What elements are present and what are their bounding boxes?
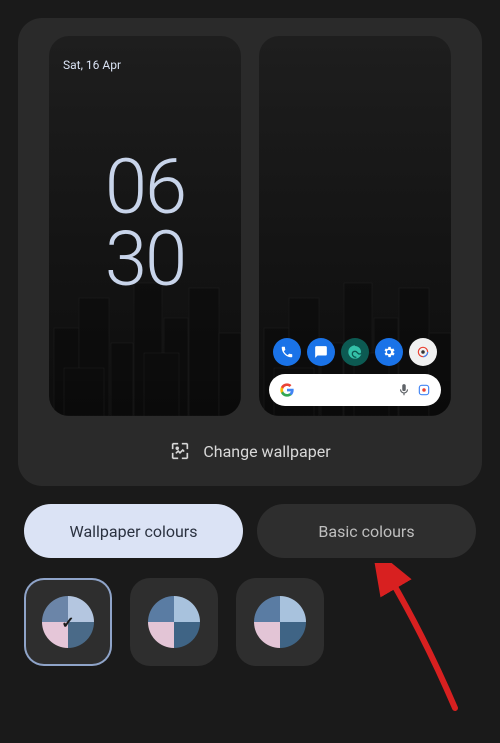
wallpaper-preview-card: Sat, 16 Apr 06 30 [18, 18, 482, 486]
lockscreen-clock: 06 30 [49, 151, 241, 295]
colour-swatches-row: ✓ [0, 558, 500, 666]
tab-label: Wallpaper colours [70, 522, 198, 541]
lens-icon [417, 383, 431, 397]
edge-app-icon [341, 338, 369, 366]
messages-app-icon [307, 338, 335, 366]
colour-swatch[interactable] [130, 578, 218, 666]
phone-app-icon [273, 338, 301, 366]
dock-apps-row [259, 338, 451, 366]
clock-hours: 06 [49, 151, 241, 223]
camera-app-icon [409, 338, 437, 366]
change-wallpaper-label: Change wallpaper [203, 442, 330, 461]
tab-wallpaper-colours[interactable]: Wallpaper colours [24, 504, 243, 558]
wallpaper-icon [169, 440, 191, 462]
colour-circle-icon [148, 596, 200, 648]
tab-label: Basic colours [318, 522, 414, 541]
search-bar [269, 374, 441, 406]
tab-basic-colours[interactable]: Basic colours [257, 504, 476, 558]
change-wallpaper-button[interactable]: Change wallpaper [36, 440, 464, 462]
lockscreen-date: Sat, 16 Apr [63, 58, 121, 72]
clock-minutes: 30 [49, 223, 241, 295]
colour-circle-icon [254, 596, 306, 648]
phone-previews-row: Sat, 16 Apr 06 30 [36, 36, 464, 416]
colour-swatch[interactable] [236, 578, 324, 666]
mic-icon [397, 383, 411, 397]
settings-app-icon [375, 338, 403, 366]
colour-source-tabs: Wallpaper colours Basic colours [0, 504, 500, 558]
lockscreen-preview[interactable]: Sat, 16 Apr 06 30 [49, 36, 241, 416]
check-icon: ✓ [61, 613, 74, 632]
homescreen-preview[interactable] [259, 36, 451, 416]
colour-swatch[interactable]: ✓ [24, 578, 112, 666]
google-logo-icon [279, 382, 295, 398]
